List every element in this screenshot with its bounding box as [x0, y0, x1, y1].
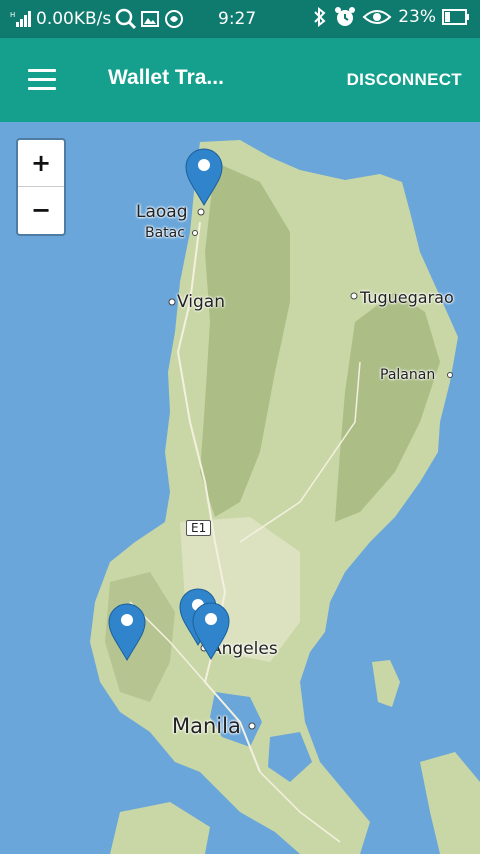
place-label-manila: Manila [172, 714, 241, 738]
alarm-icon [335, 7, 356, 26]
map-view[interactable]: Laoag Batac Vigan Tuguegarao Palanan Ang… [0, 122, 480, 854]
battery-icon [442, 9, 469, 25]
svg-text:H: H [10, 11, 15, 19]
signal-icon: H [10, 11, 31, 27]
zoom-control: + − [16, 138, 66, 236]
battery-percent: 23% [398, 7, 436, 27]
menu-icon[interactable] [28, 69, 56, 91]
bluetooth-icon [314, 7, 326, 27]
status-bar: H 0.00KB/s 9:27 23% [0, 0, 480, 38]
page-title: Wallet Tra... [108, 66, 224, 89]
map-terrain [0, 122, 480, 854]
place-label-palanan: Palanan [380, 367, 436, 383]
net-speed: 0.00KB/s [36, 9, 112, 29]
disconnect-button[interactable]: DISCONNECT [347, 70, 462, 90]
place-label-tuguegarao: Tuguegarao [360, 288, 454, 307]
place-label-laoag: Laoag [136, 202, 188, 222]
location-marker[interactable] [192, 602, 230, 660]
location-marker[interactable] [108, 603, 146, 661]
zoom-in-button[interactable]: + [18, 140, 64, 187]
place-label-vigan: Vigan [177, 292, 225, 312]
app-notification-icon [165, 10, 184, 28]
zoom-out-button[interactable]: − [18, 187, 64, 233]
place-label-batac: Batac [145, 225, 185, 241]
clock: 9:27 [218, 9, 257, 29]
eye-icon [362, 10, 392, 24]
image-icon [141, 11, 160, 27]
highway-shield-e1: E1 [186, 520, 212, 536]
app-bar: Wallet Tra... DISCONNECT [0, 38, 480, 122]
location-marker[interactable] [185, 148, 223, 206]
search-icon [116, 8, 137, 30]
